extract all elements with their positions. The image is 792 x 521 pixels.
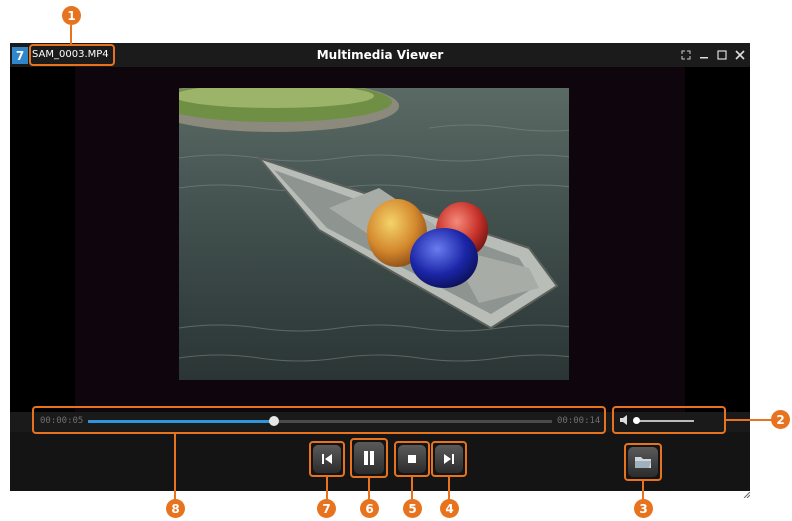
- leader-2: [726, 419, 772, 421]
- title-bar: [10, 43, 750, 67]
- callout-box-pause: [350, 438, 388, 478]
- callout-7: 7: [317, 499, 336, 518]
- resize-grip-icon[interactable]: [742, 483, 751, 499]
- callout-box-seekbar: [32, 406, 606, 434]
- close-icon[interactable]: [733, 47, 747, 63]
- callout-box-next: [431, 441, 467, 477]
- callout-box-stop: [394, 441, 430, 477]
- callout-box-filename: [29, 44, 115, 66]
- callout-box-volume: [612, 406, 726, 434]
- leader-6: [368, 478, 370, 500]
- callout-5: 5: [403, 499, 422, 518]
- callout-box-previous: [309, 441, 345, 477]
- app-logo-icon: 7: [12, 47, 28, 64]
- leader-5: [411, 477, 413, 500]
- leader-7: [326, 477, 328, 500]
- minimize-icon[interactable]: [697, 47, 711, 63]
- callout-8: 8: [166, 499, 185, 518]
- leader-4: [448, 477, 450, 500]
- callout-6: 6: [360, 499, 379, 518]
- leader-3: [642, 481, 644, 500]
- leader-1: [70, 25, 72, 45]
- callout-1: 1: [62, 6, 81, 25]
- callout-2: 2: [771, 410, 790, 429]
- leader-8: [174, 434, 176, 500]
- callout-box-open: [624, 443, 662, 481]
- fullscreen-icon[interactable]: [679, 47, 693, 63]
- video-frame[interactable]: [179, 88, 569, 380]
- callout-3: 3: [634, 499, 653, 518]
- callout-4: 4: [440, 499, 459, 518]
- maximize-icon[interactable]: [715, 47, 729, 63]
